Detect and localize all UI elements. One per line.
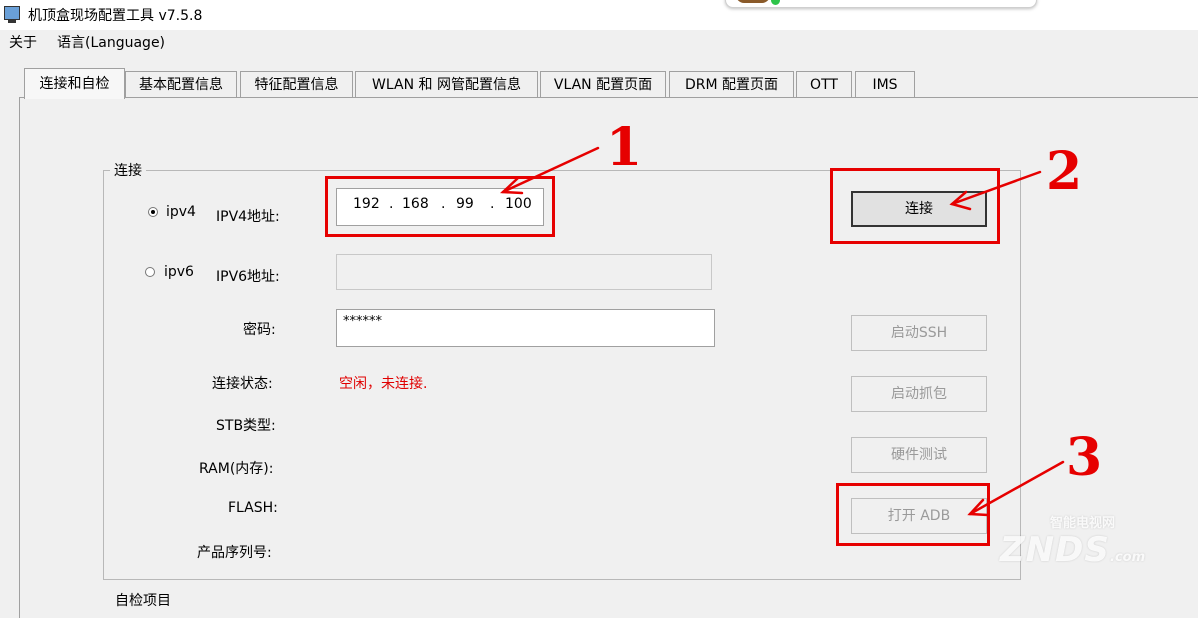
watermark-subtitle: 智能电视网 — [1050, 516, 1116, 531]
watermark-logo: ZNDS — [1000, 530, 1110, 570]
annotation-number-3: 3 — [1066, 427, 1103, 488]
arrow-head-3 — [967, 498, 990, 517]
annotation-number-1: 1 — [606, 117, 643, 178]
arrow-line-1 — [501, 146, 600, 194]
annotation-number-2: 2 — [1046, 141, 1083, 202]
watermark-domain: .com — [1110, 550, 1146, 565]
arrow-line-3 — [968, 460, 1065, 516]
tab-connect-selftest[interactable]: 连接和自检 — [24, 68, 125, 99]
znds-watermark: 智能电视网 ZNDS .com — [990, 510, 1190, 570]
arrow-line-2 — [950, 170, 1042, 206]
